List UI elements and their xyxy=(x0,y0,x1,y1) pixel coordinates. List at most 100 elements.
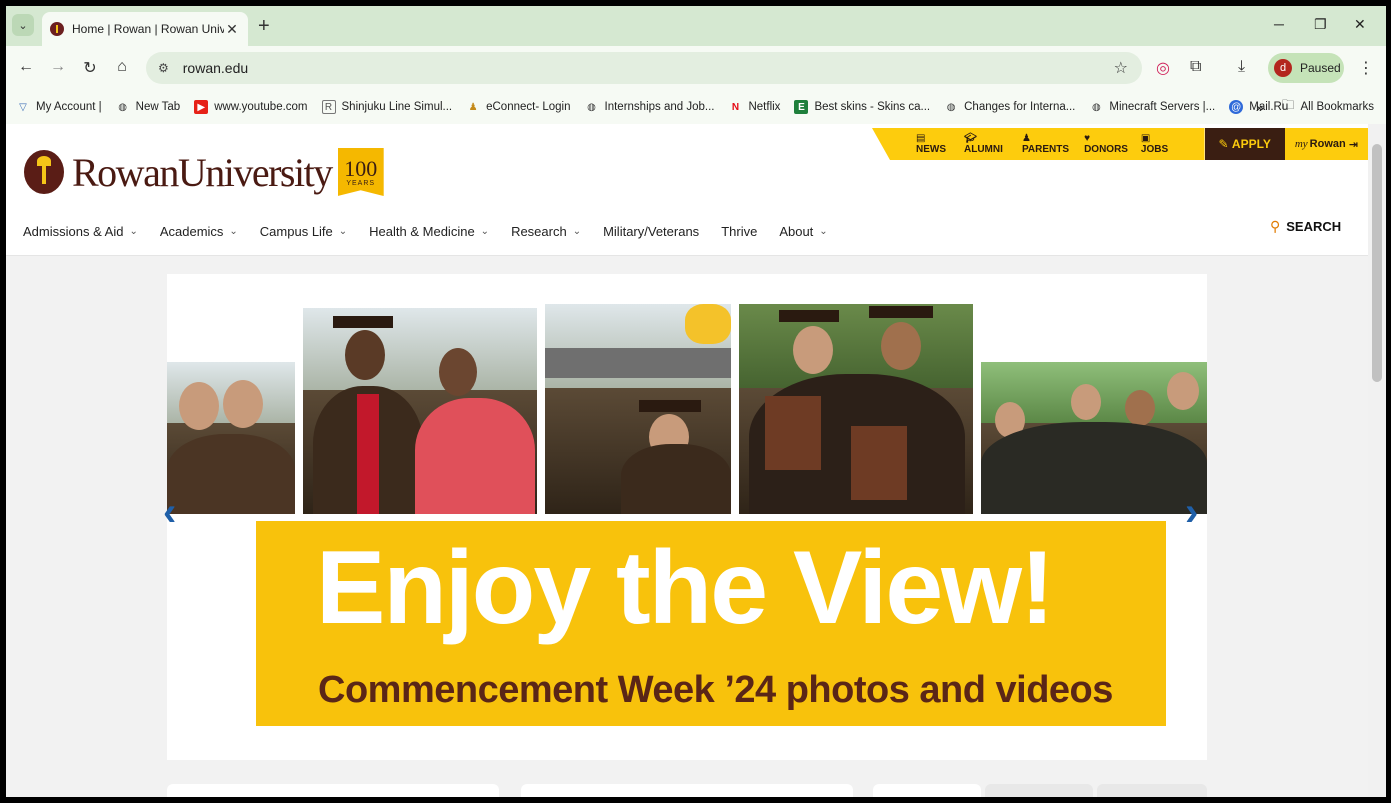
nav-campus-life[interactable]: Campus Life ⌄ xyxy=(260,224,347,239)
bookmarks-overflow-button[interactable]: » xyxy=(1256,99,1264,115)
news-link[interactable]: ▤ NEWS xyxy=(916,133,952,155)
new-tab-button[interactable]: + xyxy=(258,15,270,38)
rowan-favicon-icon xyxy=(50,22,64,36)
content-card[interactable] xyxy=(167,784,499,797)
web-page: ▤ NEWS 🎓︎ ALUMNI ♟ PARENTS ♥ DONORS ▣ JO… xyxy=(6,124,1368,797)
bookmark-econnect[interactable]: ♟ eConnect- Login xyxy=(466,100,571,114)
title-bar: ⌄ Home | Rowan | Rowan Universi ✕ + ─ ❐ … xyxy=(6,6,1386,46)
e-icon: E xyxy=(794,100,809,114)
nav-admissions-aid[interactable]: Admissions & Aid ⌄ xyxy=(23,224,138,239)
commencement-photo-collage[interactable] xyxy=(167,274,1207,514)
bookmark-changes[interactable]: ◍ Changes for Interna... xyxy=(944,100,1076,114)
nav-label: About xyxy=(779,224,814,239)
nav-academics[interactable]: Academics ⌄ xyxy=(160,224,238,239)
globe-icon: ◍ xyxy=(946,101,956,113)
content-card-tab[interactable] xyxy=(873,784,981,797)
parents-link[interactable]: ♟ PARENTS xyxy=(1022,133,1072,155)
jobs-link[interactable]: ▣ JOBS xyxy=(1141,133,1175,155)
nav-label: Research xyxy=(511,224,567,239)
hero-banner[interactable]: Enjoy the View! Commencement Week ’24 ph… xyxy=(256,521,1166,726)
bookmark-label: Netflix xyxy=(748,101,781,113)
globe-icon: ◍ xyxy=(587,101,596,113)
download-icon[interactable]: ⤓ xyxy=(1238,58,1245,76)
site-info-icon[interactable]: ⚙ xyxy=(158,61,169,75)
chevron-down-icon: ⌄ xyxy=(338,226,348,237)
search-icon: ⚲ xyxy=(1270,218,1281,234)
reload-icon[interactable]: ↻ xyxy=(80,58,100,78)
my-rowan-label: Rowan xyxy=(1309,138,1346,150)
profile-button[interactable]: d Paused xyxy=(1268,53,1344,83)
apply-button[interactable]: ✎ APPLY xyxy=(1204,128,1285,160)
graduates-with-yearbook-photo xyxy=(739,304,973,514)
scrollbar-thumb[interactable] xyxy=(1372,144,1382,382)
url-text[interactable]: rowan.edu xyxy=(183,60,248,76)
folder-icon: 🗀 xyxy=(1281,97,1295,112)
extension-icon[interactable]: ◎ xyxy=(1156,58,1170,78)
graduates-group-photo xyxy=(981,362,1207,514)
nav-label: Admissions & Aid xyxy=(23,224,124,239)
my-prefix: my xyxy=(1294,138,1308,150)
address-bar[interactable]: ⚙ rowan.edu ☆ xyxy=(146,52,1142,84)
alumni-link[interactable]: 🎓︎ ALUMNI xyxy=(964,133,1010,155)
graduate-cheering-photo xyxy=(545,304,731,514)
sign-in-icon: ⇥ xyxy=(1345,138,1358,151)
nav-label: Academics xyxy=(159,224,224,239)
forward-arrow-icon[interactable]: → xyxy=(48,58,68,76)
home-icon[interactable]: ⌂ xyxy=(112,58,132,76)
people-icon: ♟ xyxy=(1021,133,1031,144)
rowan-logo[interactable]: RowanUniversity 100 YEARS xyxy=(24,148,384,196)
content-card-tab[interactable] xyxy=(1097,784,1207,797)
bookmark-star-icon[interactable]: ☆ xyxy=(1114,58,1128,78)
content-card-tab[interactable] xyxy=(985,784,1093,797)
graduation-cap-icon: 🎓︎ xyxy=(963,133,977,144)
nav-research[interactable]: Research ⌄ xyxy=(511,224,581,239)
carousel-prev-arrow-icon[interactable]: ‹ xyxy=(163,490,176,535)
search-button[interactable]: ⚲ SEARCH xyxy=(1270,218,1341,235)
bookmark-new-tab[interactable]: ◍ New Tab xyxy=(116,100,181,114)
bookmark-my-account[interactable]: ▽ My Account | xyxy=(16,100,102,114)
bookmark-shinjuku[interactable]: R Shinjuku Line Simul... xyxy=(321,100,452,114)
nav-health-medicine[interactable]: Health & Medicine ⌄ xyxy=(369,224,489,239)
window-close-button[interactable]: ✕ xyxy=(1354,16,1366,33)
bookmark-label: New Tab xyxy=(135,101,181,113)
nav-thrive[interactable]: Thrive xyxy=(721,224,757,239)
person-icon: ♟ xyxy=(468,101,478,113)
hero-subheadline: Commencement Week ’24 photos and videos xyxy=(318,669,1113,711)
tab-search-button[interactable]: ⌄ xyxy=(12,14,34,36)
hero-headline: Enjoy the View! xyxy=(316,530,1055,646)
page-icon: R xyxy=(321,100,336,114)
bookmark-best-skins[interactable]: E Best skins - Skins ca... xyxy=(794,100,930,114)
restore-button[interactable]: ❐ xyxy=(1314,16,1327,33)
nav-about[interactable]: About ⌄ xyxy=(779,224,827,239)
avatar: d xyxy=(1274,59,1292,77)
page-scrollbar[interactable] xyxy=(1368,124,1386,797)
bookmark-youtube[interactable]: ▶ www.youtube.com xyxy=(194,100,308,114)
bookmark-label: Minecraft Servers |... xyxy=(1109,101,1216,113)
nav-label: Thrive xyxy=(721,224,758,239)
all-bookmarks-button[interactable]: All Bookmarks xyxy=(1301,101,1375,113)
bookmark-minecraft[interactable]: ◍ Minecraft Servers |... xyxy=(1089,100,1215,114)
chevron-down-icon: ⌄ xyxy=(229,226,238,237)
badge-text: YEARS xyxy=(346,179,376,187)
jobs-label: JOBS xyxy=(1140,144,1169,155)
parents-label: PARENTS xyxy=(1021,144,1070,155)
mail-icon: @ xyxy=(1229,100,1244,114)
menu-kebab-icon[interactable]: ⋮ xyxy=(1358,58,1374,78)
utility-nav: ▤ NEWS 🎓︎ ALUMNI ♟ PARENTS ♥ DONORS ▣ JO… xyxy=(872,128,1368,160)
donors-link[interactable]: ♥ DONORS xyxy=(1084,133,1129,155)
nav-label: Health & Medicine xyxy=(369,224,475,239)
donors-label: DONORS xyxy=(1084,144,1128,155)
bookmark-netflix[interactable]: N Netflix xyxy=(728,100,781,114)
my-rowan-button[interactable]: my Rowan ⇥ xyxy=(1284,128,1368,160)
selfie-photo xyxy=(167,362,295,514)
nav-military-veterans[interactable]: Military/Veterans xyxy=(603,224,699,239)
browser-tab[interactable]: Home | Rowan | Rowan Universi ✕ xyxy=(42,12,248,46)
content-card[interactable] xyxy=(521,784,853,797)
back-arrow-icon[interactable]: ← xyxy=(16,58,36,76)
bookmark-internships[interactable]: ◍ Internships and Job... xyxy=(585,100,714,114)
tab-close-icon[interactable]: ✕ xyxy=(224,21,240,38)
news-label: NEWS xyxy=(916,144,946,155)
minimize-button[interactable]: ─ xyxy=(1274,16,1284,32)
extensions-puzzle-icon[interactable]: ⧉ xyxy=(1190,58,1201,76)
carousel-next-arrow-icon[interactable]: › xyxy=(1185,490,1198,535)
